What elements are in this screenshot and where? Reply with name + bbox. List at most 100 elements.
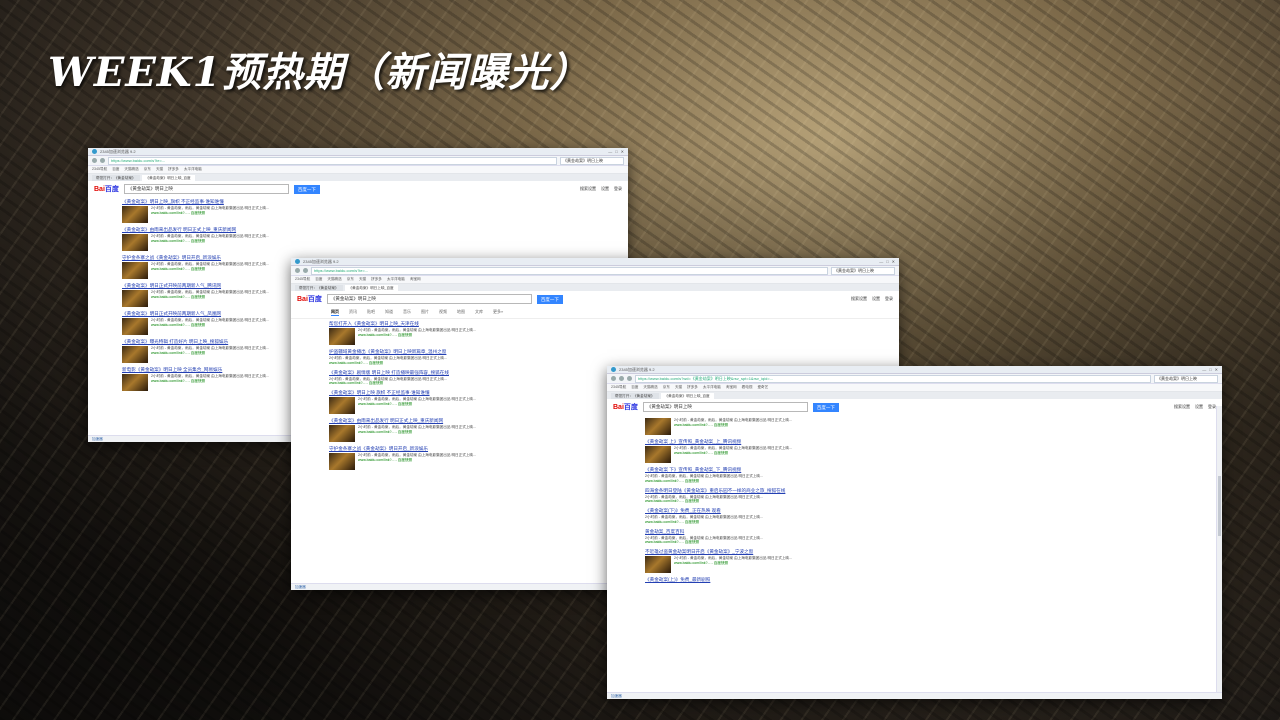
search-input[interactable]: 《黄金劫案》明日上映	[642, 402, 808, 412]
result-url[interactable]: www.baidu.com/link?... - 百度快照	[151, 323, 269, 328]
close-icon[interactable]: ✕	[621, 149, 624, 154]
result-title-link[interactable]: 《黄金劫案(上)》免费_最新剧照	[645, 577, 840, 583]
search-button[interactable]: 百度一下	[293, 184, 320, 194]
back-icon[interactable]	[295, 268, 300, 273]
maximize-icon[interactable]: □	[1209, 367, 1211, 372]
result-thumbnail[interactable]	[122, 346, 148, 363]
tab-active[interactable]: 《黄金劫案》明日上映_百度	[344, 285, 398, 291]
result-title-link[interactable]: 《黄金劫案》曝光特辑 打造好片 明日上映_搜狐娱乐	[122, 339, 302, 345]
result-url[interactable]: www.baidu.com/link?... - 百度快照	[645, 499, 763, 504]
result-title-link[interactable]: 《黄金劫案》由雨来出品发行 明日正式上映_重庆新闻网	[122, 227, 302, 233]
refresh-icon[interactable]	[303, 268, 308, 273]
settings-link[interactable]: 设置	[601, 186, 609, 192]
result-url[interactable]: www.baidu.com/link?... - 百度快照	[645, 520, 763, 525]
result-thumbnail[interactable]	[329, 397, 355, 415]
bookmark[interactable]: 淘宝网	[410, 277, 421, 282]
result-url[interactable]: www.baidu.com/link?... - 百度快照	[329, 361, 447, 366]
tab-active[interactable]: 《黄金劫案》明日上映_百度	[660, 393, 714, 399]
result-url[interactable]: www.baidu.com/link?... - 百度快照	[329, 381, 447, 386]
result-url[interactable]: www.baidu.com/link?... - 百度快照	[358, 402, 476, 407]
bookmark[interactable]: 拼多多	[687, 385, 698, 390]
minimize-icon[interactable]: —	[608, 149, 612, 154]
tab[interactable]: 帮您打开：《黄金劫案》	[295, 285, 343, 291]
search-tab[interactable]: 贴吧	[367, 309, 375, 316]
window-controls[interactable]: — □ ✕	[879, 259, 895, 264]
search-tab[interactable]: 资讯	[349, 309, 357, 316]
url-input[interactable]: https://www.baidu.com/s?ie=...	[311, 266, 828, 275]
bookmark[interactable]: 太平洋电脑	[184, 167, 202, 172]
bookmark[interactable]: 京东	[347, 277, 354, 282]
minimize-icon[interactable]: —	[879, 259, 883, 264]
result-title-link[interactable]: 帮您打开入《黄金劫案》明日上映_天津在线	[329, 321, 519, 327]
search-tab[interactable]: 更多»	[493, 309, 503, 316]
result-thumbnail[interactable]	[122, 262, 148, 279]
result-thumbnail[interactable]	[645, 556, 671, 574]
result-thumbnail[interactable]	[122, 318, 148, 335]
bookmark[interactable]: 天猫精选	[124, 167, 138, 172]
result-title-link[interactable]: 《黄金劫案》明日上映 旗帜 不正经监事·谁知谁懂	[329, 390, 519, 396]
bookmark[interactable]: 天猫	[675, 385, 682, 390]
result-title-link[interactable]: 《黄金劫案》明日正式开映前两期新人气_凤凰网	[122, 311, 302, 317]
bookmark[interactable]: 太平洋电脑	[387, 277, 405, 282]
search-input[interactable]: 《黄金劫案》明日上映	[326, 294, 532, 304]
result-title-link[interactable]: 四海金条明日登陆《黄金劫案》重启乐园不一样的商业之旅_搜狐在线	[645, 488, 840, 494]
result-url[interactable]: www.baidu.com/link?... - 百度快照	[358, 333, 476, 338]
scrollbar[interactable]	[1216, 406, 1222, 693]
close-icon[interactable]: ✕	[1215, 367, 1218, 372]
settings-link[interactable]: 搜索设置	[1174, 404, 1190, 410]
settings-link[interactable]: 设置	[872, 296, 880, 302]
login-link[interactable]: 登录	[614, 186, 622, 192]
bookmark[interactable]: 百度	[112, 167, 119, 172]
result-url[interactable]: www.baidu.com/link?... - 百度快照	[151, 351, 269, 356]
back-icon[interactable]	[611, 376, 616, 381]
bookmark[interactable]: 京东	[144, 167, 151, 172]
result-thumbnail[interactable]	[329, 453, 355, 471]
search-tab[interactable]: 地图	[457, 309, 465, 316]
bookmark[interactable]: 2345导航	[92, 167, 107, 172]
window-controls[interactable]: — □ ✕	[608, 149, 624, 154]
settings-link[interactable]: 设置	[1195, 404, 1203, 410]
bookmark[interactable]: 拼多多	[168, 167, 179, 172]
search-tab[interactable]: 网页	[331, 309, 339, 316]
settings-link[interactable]: 搜索设置	[580, 186, 596, 192]
result-title-link[interactable]: 守护金条寨之战《黄金劫案》明日开启_新浪娱乐	[122, 255, 302, 261]
result-url[interactable]: www.baidu.com/link?... - 百度快照	[151, 211, 269, 216]
result-thumbnail[interactable]	[122, 374, 148, 391]
result-title-link[interactable]: 不近雄过盗黄金劫案明日开启《黄金劫案》_宁波之窗	[645, 549, 840, 555]
result-title-link[interactable]: 黄金劫案_百度百科	[645, 529, 840, 535]
search-tab[interactable]: 图片	[421, 309, 429, 316]
url-input[interactable]: https://www.baidu.com/s?wd=《黄金劫案》明日上映&rs…	[635, 374, 1151, 383]
bookmark[interactable]: 天猫	[359, 277, 366, 282]
result-title-link[interactable]: 《黄金劫案》由雨来出品发行 明日正式上映_重庆新闻网	[329, 418, 519, 424]
search-button[interactable]: 百度一下	[536, 294, 563, 304]
result-title-link[interactable]: 《黄金劫案 下》宣传照_黄金劫案_下_腾讯视频	[645, 467, 840, 473]
result-thumbnail[interactable]	[645, 446, 671, 463]
result-thumbnail[interactable]	[329, 328, 355, 345]
login-link[interactable]: 登录	[885, 296, 893, 302]
search-tab[interactable]: 音乐	[403, 309, 411, 316]
result-title-link[interactable]: 《黄金劫案》明日上映_旗帜 不正经监事·谁知谁懂	[122, 199, 302, 205]
bookmark[interactable]: 太平洋电脑	[703, 385, 721, 390]
back-icon[interactable]	[92, 158, 97, 163]
result-thumbnail[interactable]	[645, 418, 671, 435]
bookmark[interactable]: 2345导航	[611, 385, 626, 390]
tab[interactable]: 帮您打开：《黄金劫案》	[92, 175, 140, 181]
result-title-link[interactable]: 《黄金劫案》剧情版 明日上映 打造播映最强阵容_搜狐在线	[329, 370, 519, 376]
bookmark[interactable]: 天猫精选	[327, 277, 341, 282]
search-input[interactable]: 《黄金劫案》明日上映	[123, 184, 289, 194]
bookmark[interactable]: 看电视	[742, 385, 753, 390]
result-url[interactable]: www.baidu.com/link?... - 百度快照	[151, 267, 269, 272]
result-title-link[interactable]: 《黄金劫案(下)》免费_正在热映 观看	[645, 508, 840, 514]
forward-icon[interactable]	[619, 376, 624, 381]
result-url[interactable]: www.baidu.com/link?... - 百度快照	[674, 451, 792, 456]
result-url[interactable]: www.baidu.com/link?... - 百度快照	[358, 430, 476, 435]
login-link[interactable]: 登录	[1208, 404, 1216, 410]
result-thumbnail[interactable]	[122, 290, 148, 307]
result-url[interactable]: www.baidu.com/link?... - 百度快照	[151, 239, 269, 244]
result-title-link[interactable]: 《黄金劫案》明日正式开映前两期新人气_腾讯网	[122, 283, 302, 289]
minimize-icon[interactable]: —	[1202, 367, 1206, 372]
bookmark[interactable]: 2345导航	[295, 277, 310, 282]
result-title-link[interactable]: 新电影《黄金劫案》明日上映 全员集合_网易娱乐	[122, 367, 302, 373]
bookmark[interactable]: 拼多多	[371, 277, 382, 282]
address-search-input[interactable]: 《黄金劫案》明日上映	[560, 156, 624, 165]
